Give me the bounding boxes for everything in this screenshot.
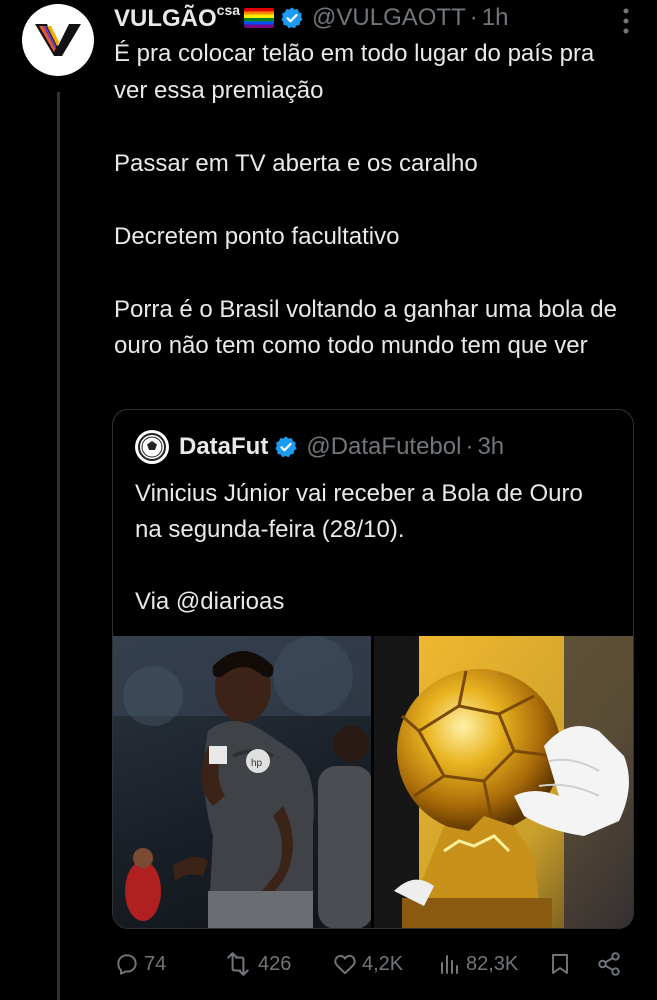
vulgao-logo-icon: [35, 24, 81, 56]
retweet-icon: [227, 952, 249, 976]
svg-text:hp: hp: [251, 758, 263, 769]
author-handle[interactable]: @VULGAOTT: [312, 4, 466, 32]
tweet-text: É pra colocar telão em todo lugar do paí…: [114, 36, 634, 365]
share-icon: [598, 952, 620, 976]
tweet-action-bar: 74 426 4,2K 82,3K: [114, 946, 634, 982]
quoted-author-avatar[interactable]: [135, 430, 169, 464]
tweet-paragraph: Passar em TV aberta e os caralho: [114, 149, 478, 177]
retweet-button[interactable]: 426: [222, 951, 291, 977]
quoted-tweet-text: Vinicius Júnior vai receber a Bola de Ou…: [135, 476, 615, 620]
rainbow-flag-icon: [244, 8, 275, 28]
thread-connector-line: [57, 92, 60, 1000]
tweet-paragraph: Decretem ponto facultativo: [114, 222, 400, 250]
like-button[interactable]: 4,2K: [332, 951, 403, 977]
quoted-author-name[interactable]: DataFut: [179, 433, 268, 461]
tweet-timestamp[interactable]: 1h: [482, 4, 509, 32]
heart-icon: [334, 954, 356, 975]
author-avatar[interactable]: [22, 4, 94, 76]
separator-dot: ·: [469, 4, 478, 31]
quoted-author-handle[interactable]: @DataFutebol: [306, 433, 461, 461]
views-icon: [441, 955, 458, 974]
player-photo[interactable]: hp: [113, 636, 371, 928]
quoted-tweet-card[interactable]: DataFut @DataFutebol · 3h Vinicius Júnio…: [112, 409, 634, 929]
views-count: 82,3K: [466, 952, 519, 975]
verified-badge-icon[interactable]: [280, 6, 304, 30]
quoted-tweet-timestamp[interactable]: 3h: [477, 433, 504, 461]
retweet-count: 426: [258, 952, 292, 975]
reply-icon: [117, 954, 137, 975]
quoted-paragraph: Vinicius Júnior vai receber a Bola de Ou…: [135, 480, 583, 543]
tweet-paragraph: É pra colocar telão em todo lugar do paí…: [114, 40, 595, 104]
quoted-tweet-media[interactable]: hp: [113, 636, 633, 928]
reply-button[interactable]: 74: [114, 951, 166, 977]
bookmark-icon: [552, 954, 568, 974]
more-icon[interactable]: [621, 6, 631, 36]
soccer-ball-icon: [138, 433, 166, 461]
tweet-header: VULGÃOcsa @VULGAOTT · 1h: [114, 2, 657, 34]
verified-badge-icon[interactable]: [274, 435, 298, 459]
quoted-tweet-header: DataFut @DataFutebol · 3h: [135, 430, 504, 464]
bookmark-button[interactable]: [548, 951, 572, 977]
quoted-paragraph: Via @diarioas: [135, 588, 285, 615]
separator-dot: ·: [465, 433, 474, 460]
ballon-dor-trophy-photo[interactable]: [374, 636, 633, 928]
reply-count: 74: [144, 952, 167, 975]
share-button[interactable]: [596, 951, 622, 977]
like-count: 4,2K: [362, 952, 404, 975]
views-button[interactable]: 82,3K: [438, 951, 518, 977]
author-name[interactable]: VULGÃOcsa: [114, 2, 240, 33]
tweet-paragraph: Porra é o Brasil voltando a ganhar uma b…: [114, 295, 617, 360]
